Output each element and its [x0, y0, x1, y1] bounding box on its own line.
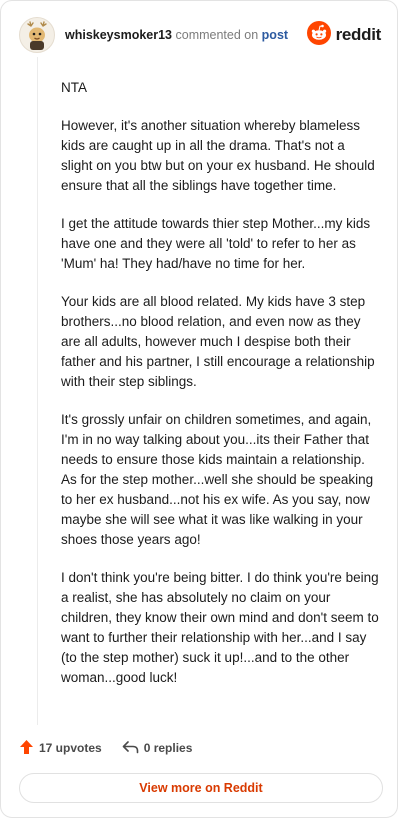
- comment-card: whiskeysmoker13 commented on post reddit: [0, 0, 398, 818]
- comment-paragraph: It's grossly unfair on children sometime…: [61, 412, 374, 547]
- comment-paragraph: I don't think you're being bitter. I do …: [61, 570, 379, 685]
- thread-line: [37, 57, 38, 725]
- comment-actions: 17 upvotes 0 replies: [19, 737, 192, 759]
- reddit-alien-icon: [306, 20, 331, 50]
- upvote-button[interactable]: 17 upvotes: [19, 739, 102, 758]
- comment-paragraph: NTA: [61, 80, 87, 95]
- action-text: commented on: [175, 28, 259, 42]
- comment-paragraph: However, it's another situation whereby …: [61, 118, 375, 193]
- deer-antler-avatar-icon[interactable]: [19, 17, 55, 53]
- upvote-arrow-icon: [19, 739, 34, 758]
- comment-paragraph: I get the attitude towards thier step Mo…: [61, 216, 371, 271]
- comment-header: whiskeysmoker13 commented on post reddit: [19, 15, 381, 55]
- comment-paragraph: Your kids are all blood related. My kids…: [61, 294, 375, 389]
- brand-wordmark: reddit: [335, 25, 382, 44]
- comment-meta: whiskeysmoker13 commented on post: [65, 27, 288, 43]
- comment-body: NTA However, it's another situation wher…: [61, 78, 379, 706]
- username-link[interactable]: whiskeysmoker13: [65, 28, 172, 42]
- reddit-brand[interactable]: reddit: [306, 20, 382, 50]
- reply-count: 0 replies: [143, 741, 193, 755]
- view-more-button[interactable]: View more on Reddit: [19, 773, 383, 803]
- reply-arrow-icon: [122, 740, 139, 757]
- reply-button[interactable]: 0 replies: [122, 740, 193, 757]
- upvote-count: 17 upvotes: [39, 741, 102, 755]
- post-link[interactable]: post: [262, 28, 288, 42]
